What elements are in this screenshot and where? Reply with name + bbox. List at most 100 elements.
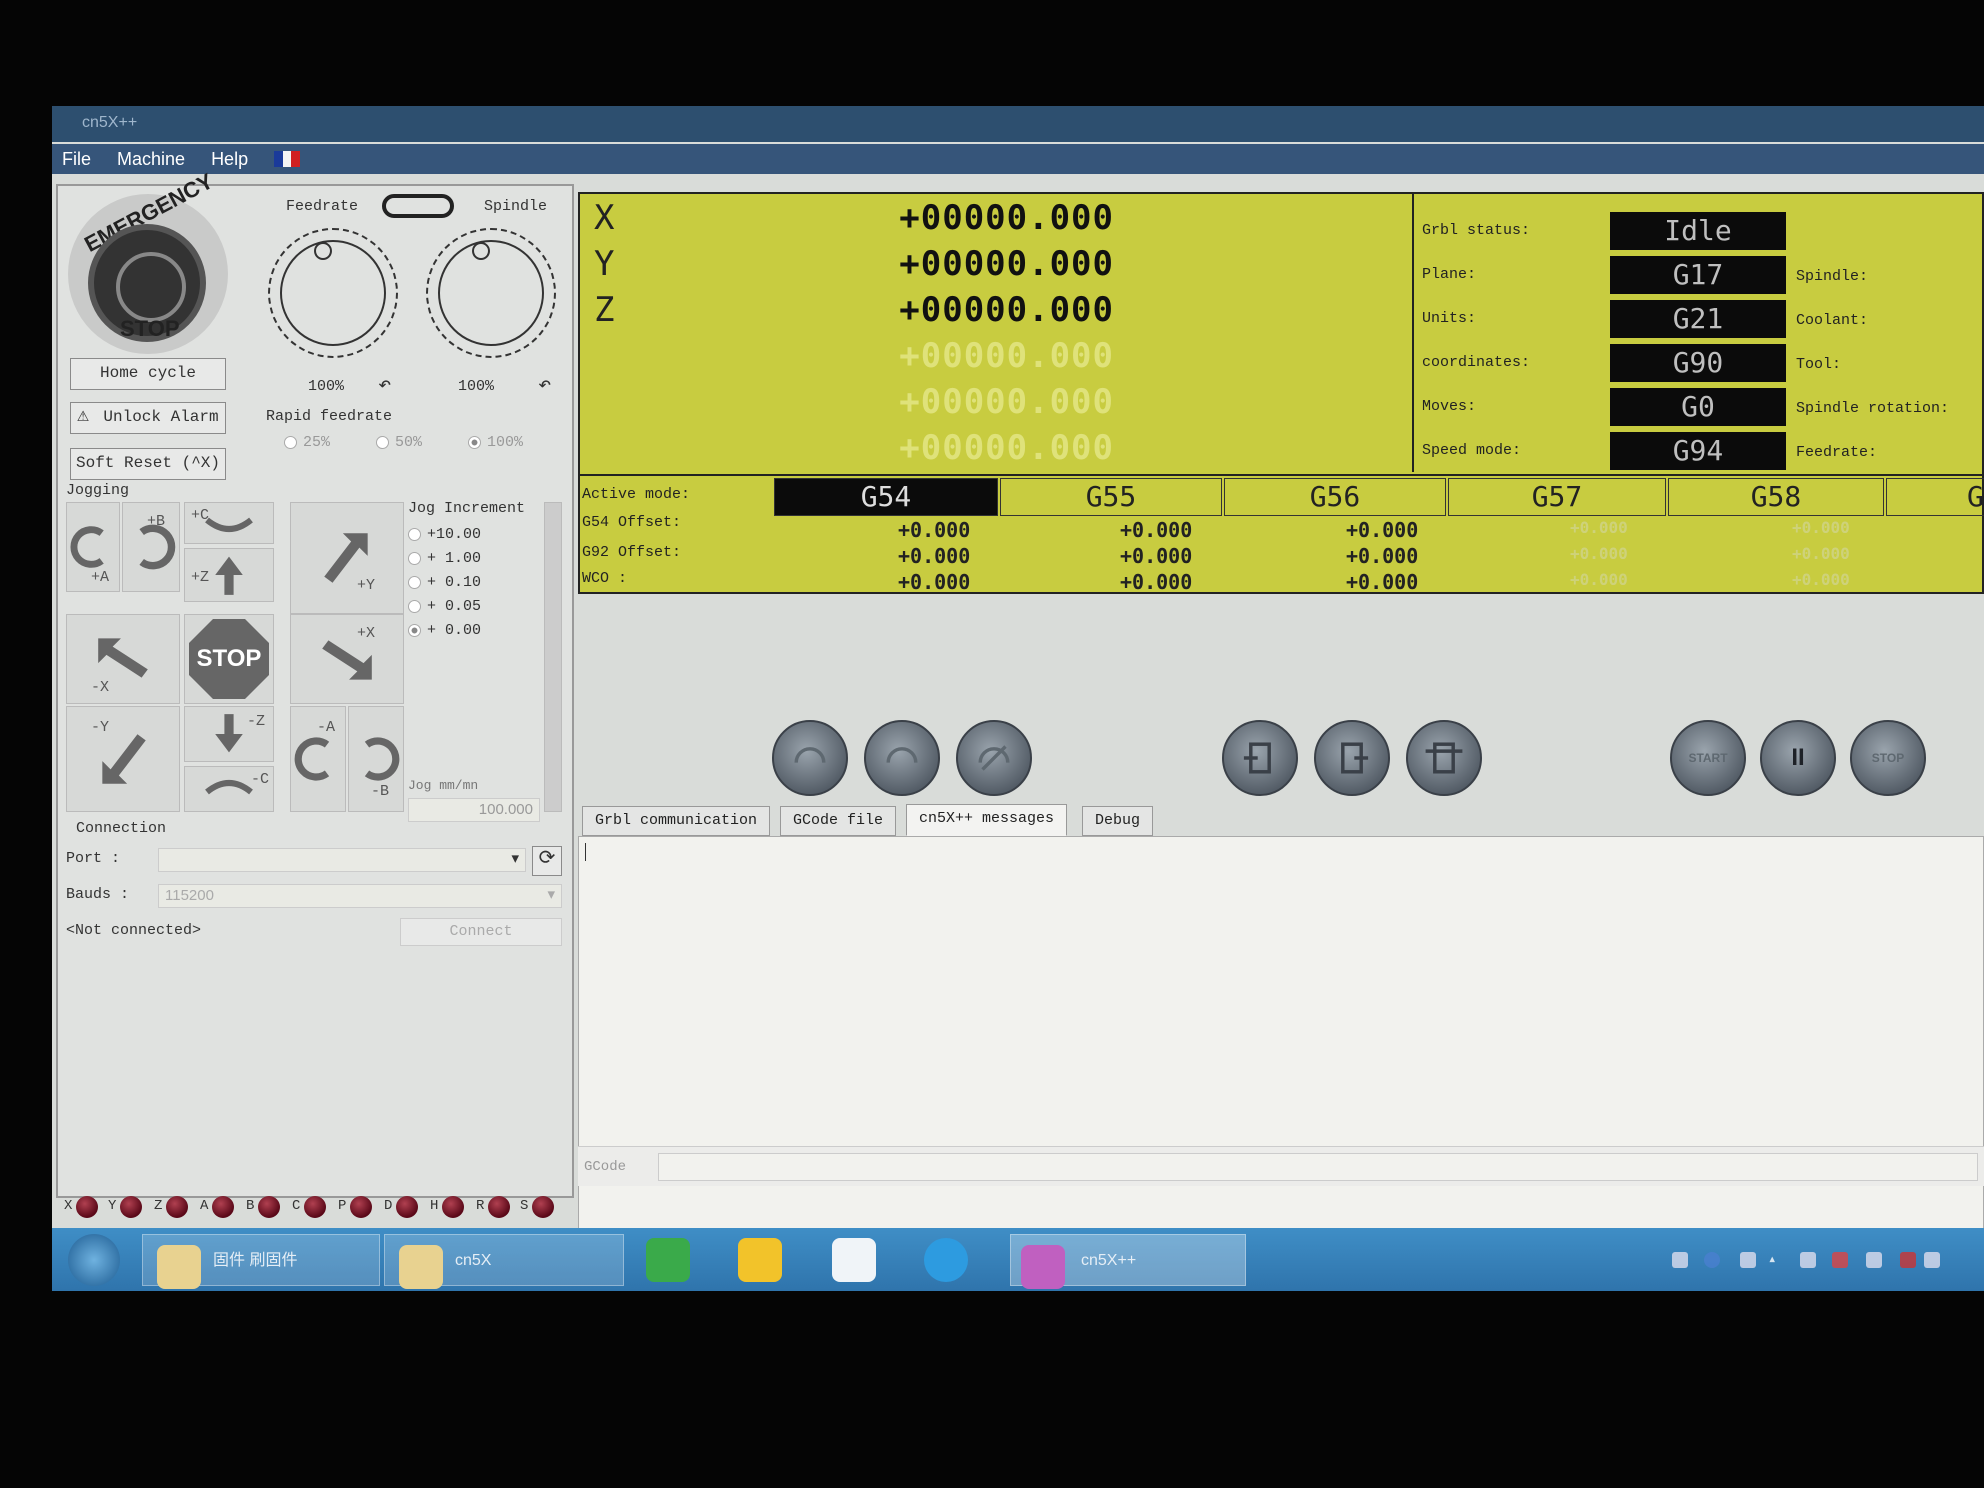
jog-minus-b-button[interactable]: -B [348,706,404,812]
jog-increment-0-1[interactable]: + 0.10 [408,574,481,591]
wcs-g54-tab[interactable]: G54 [774,478,998,516]
wcs-g56-tab[interactable]: G56 [1224,478,1446,516]
jog-plus-y-button[interactable]: +Y [290,502,404,614]
taskbar-item-firmware[interactable]: 固件 刷固件 [142,1234,380,1289]
jog-scrollbar[interactable] [544,502,562,812]
jog-minus-z-button[interactable]: -Z [184,706,274,762]
soft-reset-button[interactable]: Soft Reset (^X) [70,448,226,480]
coolant-off-button[interactable] [1406,720,1482,796]
tray-app-icon[interactable] [1800,1252,1816,1268]
pause-button[interactable]: II [1760,720,1836,796]
wcs-g55-tab[interactable]: G55 [1000,478,1222,516]
led-label-a: A [200,1198,209,1214]
jog-increment-1[interactable]: + 1.00 [408,550,481,567]
app-colorful-icon[interactable] [832,1238,876,1282]
wcs-g57-tab[interactable]: G57 [1448,478,1666,516]
tray-expand-icon[interactable]: ▴ [1768,1252,1784,1268]
menu-help[interactable]: Help [211,149,248,170]
media-player-icon[interactable] [738,1238,782,1282]
feedrate-reset-icon[interactable]: ↶ [378,372,391,398]
led-x [76,1196,98,1218]
gcode-input[interactable] [658,1153,1978,1181]
link-chain-icon[interactable] [382,194,454,218]
arc-icon [794,747,826,763]
jog-minus-y-button[interactable]: -Y [66,706,180,812]
jog-plus-c-button[interactable]: +C [184,502,274,544]
app-green-icon[interactable] [646,1238,690,1282]
refresh-ports-button[interactable]: ⟳ [532,846,562,876]
start-menu-icon[interactable] [68,1234,120,1286]
start-button[interactable]: START [1670,720,1746,796]
flag-icon[interactable] [1832,1252,1848,1268]
axis-label-x: X [594,198,615,238]
network-status-icon[interactable] [1900,1252,1916,1268]
jog-speed-input[interactable]: 100.000 [408,798,540,822]
jog-plus-z-button[interactable]: +Z [184,548,274,602]
spindle-knob[interactable] [426,228,556,358]
connect-button[interactable]: Connect [400,918,562,946]
wcs-g59-tab[interactable]: G59 [1886,478,1984,516]
tab-gcode-file[interactable]: GCode file [780,806,897,836]
axis-label-y: Y [594,244,615,284]
stop-button[interactable]: STOP [1850,720,1926,796]
offset-label-wco: WCO : [582,570,628,587]
jog-stop-button[interactable]: STOP [184,614,274,704]
home-cycle-button[interactable]: Home cycle [70,358,226,390]
unlock-alarm-button[interactable]: ⚠ Unlock Alarm [70,402,226,434]
status-value-coordinates: G90 [1610,344,1786,382]
taskbar-item-cn5x-folder[interactable]: cn5X [384,1234,624,1289]
led-d [396,1196,418,1218]
menu-machine[interactable]: Machine [117,149,185,170]
led-s [532,1196,554,1218]
right-label-feedrate: Feedrate: [1796,444,1878,461]
feedrate-knob[interactable] [268,228,398,358]
spindle-value: 100% [458,378,495,395]
wcs-g58-tab[interactable]: G58 [1668,478,1884,516]
coord-hidden-a: +00000.000 [899,336,1114,376]
tray-icon[interactable] [1672,1252,1688,1268]
jog-plus-b-button[interactable]: +B [122,502,180,592]
rapid-option-50[interactable]: 50% [376,434,422,451]
offset-g54-b: +0.000 [1792,518,1850,537]
rapid-option-100[interactable]: 100% [468,434,523,451]
jog-increment-0-05[interactable]: + 0.05 [408,598,481,615]
refresh-icon: ⟳ [538,848,556,871]
jog-increment-label: Jog Increment [408,500,526,517]
coolant-mist-icon [1341,742,1369,774]
volume-icon[interactable] [1924,1252,1940,1268]
jog-minus-a-button[interactable]: -A [290,706,346,812]
spindle-ccw-button[interactable] [772,720,848,796]
bauds-label: Bauds : [66,886,130,903]
spindle-reset-icon[interactable]: ↶ [538,372,551,398]
dro-display: X Y Z +00000.000 +00000.000 +00000.000 +… [578,192,1984,594]
help-icon[interactable] [1704,1252,1720,1268]
messages-console[interactable]: I [578,836,1984,1248]
emergency-stop-button[interactable]: EMERGENCY STOP [68,168,228,354]
port-select[interactable]: ▾ [158,848,526,872]
jog-increment-0[interactable]: + 0.00 [408,622,481,639]
jog-minus-x-button[interactable]: -X [66,614,180,704]
jog-plus-a-button[interactable]: +A [66,502,120,592]
browser-icon[interactable] [924,1238,968,1282]
coord-x: +00000.000 [899,198,1114,238]
spindle-cw-button[interactable] [864,720,940,796]
tab-debug[interactable]: Debug [1082,806,1154,836]
rapid-option-25[interactable]: 25% [284,434,330,451]
tab-cn5x-messages[interactable]: cn5X++ messages [906,804,1068,836]
jog-minus-c-button[interactable]: -C [184,766,274,812]
jog-increment-10[interactable]: +10.00 [408,526,481,543]
coolant-mist-button[interactable] [1314,720,1390,796]
language-flag-icon[interactable] [274,151,301,167]
coolant-flood-icon [1243,742,1271,774]
led-label-c: C [292,1198,301,1214]
estop-bottom-label: STOP [120,316,180,341]
spindle-off-button[interactable] [956,720,1032,796]
network-icon[interactable] [1740,1252,1756,1268]
jog-plus-x-button[interactable]: +X [290,614,404,704]
coolant-flood-button[interactable] [1222,720,1298,796]
action-center-icon[interactable] [1866,1252,1882,1268]
tab-grbl-communication[interactable]: Grbl communication [582,806,771,836]
menu-file[interactable]: File [62,149,91,170]
taskbar-item-cn5xpp[interactable]: cn5X++ [1010,1234,1246,1289]
bauds-select[interactable]: 115200 ▾ [158,884,562,908]
